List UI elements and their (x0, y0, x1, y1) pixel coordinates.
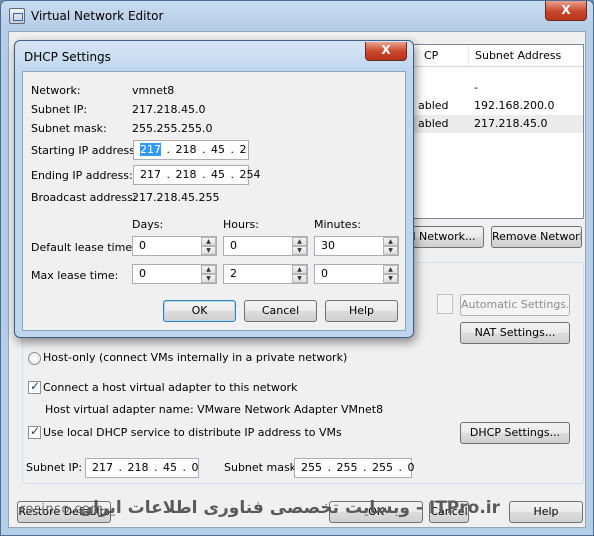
starting-ip-label: Starting IP address: (31, 144, 139, 157)
spin-down-icon[interactable]: ▼ (201, 246, 216, 255)
close-button[interactable]: X (545, 1, 587, 21)
subnet-mask-value: 255.255.255.0 (132, 122, 213, 135)
add-network-button[interactable]: l Network... (404, 226, 484, 248)
host-only-label: Host-only (connect VMs internally in a p… (43, 351, 348, 364)
help-button[interactable]: Help (509, 501, 583, 523)
ending-ip-label: Ending IP address: (31, 169, 133, 182)
nat-settings-button[interactable]: NAT Settings... (460, 322, 570, 344)
max-minutes-value: 0 (321, 267, 328, 280)
spin-down-icon[interactable]: ▼ (292, 274, 307, 283)
default-days-value: 0 (139, 239, 146, 252)
dialog-title: DHCP Settings (24, 50, 111, 64)
network-value: vmnet8 (132, 84, 175, 97)
col-dhcp[interactable]: CP (418, 45, 468, 67)
automatic-settings-button[interactable]: Automatic Settings... (460, 294, 570, 316)
remove-network-button[interactable]: Remove Network (491, 226, 582, 248)
max-hours-stepper[interactable]: 2 ▲ ▼ (223, 264, 308, 284)
cell-subnet: 217.218.45.0 (474, 117, 548, 130)
dialog-body: Network: vmnet8 Subnet IP: 217.218.45.0 … (22, 71, 406, 331)
spin-up-icon[interactable]: ▲ (292, 237, 307, 246)
subnet-mask-label: Subnet mask: (224, 461, 300, 474)
subnet-ip-label: Subnet IP: (31, 103, 88, 116)
default-minutes-value: 30 (321, 239, 335, 252)
cell-subnet: - (474, 81, 478, 94)
spin-up-icon[interactable]: ▲ (383, 265, 398, 274)
default-lease-label: Default lease time: (31, 241, 136, 254)
starting-ip-input[interactable]: 217 . 218 . 45 . 2 (133, 140, 249, 160)
spin-down-icon[interactable]: ▼ (201, 274, 216, 283)
subnet-mask-label: Subnet mask: (31, 122, 107, 135)
hours-label: Hours: (223, 218, 259, 231)
ending-ip-input[interactable]: 217 . 218 . 45 . 254 (133, 165, 260, 185)
default-hours-stepper[interactable]: 0 ▲ ▼ (223, 236, 308, 256)
spin-up-icon[interactable]: ▲ (201, 237, 216, 246)
subnet-ip-input[interactable]: 217 . 218 . 45 . 0 (85, 458, 199, 478)
max-days-value: 0 (139, 267, 146, 280)
subnet-ip-value: 217.218.45.0 (132, 103, 206, 116)
dialog-close-button[interactable]: X (365, 42, 407, 61)
col-subnet-address[interactable]: Subnet Address (468, 45, 585, 67)
title-bar: Virtual Network Editor (9, 1, 593, 31)
window-title: Virtual Network Editor (31, 9, 164, 23)
dhcp-settings-dialog: DHCP Settings X Network: vmnet8 Subnet I… (14, 40, 414, 338)
adapter-name-text: Host virtual adapter name: VMware Networ… (45, 403, 384, 416)
host-only-radio[interactable] (28, 352, 41, 365)
spin-up-icon[interactable]: ▲ (383, 237, 398, 246)
broadcast-value: 217.218.45.255 (132, 191, 220, 204)
days-label: Days: (132, 218, 164, 231)
dhcp-help-button[interactable]: Help (325, 300, 398, 322)
default-days-stepper[interactable]: 0 ▲ ▼ (132, 236, 217, 256)
default-hours-value: 0 (230, 239, 237, 252)
dhcp-cancel-button[interactable]: Cancel (244, 300, 317, 322)
max-days-stepper[interactable]: 0 ▲ ▼ (132, 264, 217, 284)
max-hours-value: 2 (230, 267, 237, 280)
spin-down-icon[interactable]: ▼ (383, 274, 398, 283)
watermark-right: ITPro.ir - وبسایت تخصصی فناوری اطلاعات ا… (78, 498, 500, 518)
starting-ip-rest: . 218 . 45 . 2 (161, 143, 247, 156)
spin-down-icon[interactable]: ▼ (292, 246, 307, 255)
spin-down-icon[interactable]: ▼ (383, 246, 398, 255)
use-dhcp-label: Use local DHCP service to distribute IP … (43, 426, 342, 439)
dhcp-settings-button[interactable]: DHCP Settings... (460, 422, 570, 444)
nat-select-dropdown[interactable] (437, 294, 453, 314)
app-icon (9, 8, 25, 24)
spin-up-icon[interactable]: ▲ (201, 265, 216, 274)
spin-up-icon[interactable]: ▲ (292, 265, 307, 274)
dhcp-ok-button[interactable]: OK (163, 300, 236, 322)
cell-dhcp: abled (418, 99, 449, 112)
default-minutes-stepper[interactable]: 30 ▲ ▼ (314, 236, 399, 256)
cell-dhcp: abled (418, 117, 449, 130)
network-label: Network: (31, 84, 81, 97)
cell-subnet: 192.168.200.0 (474, 99, 555, 112)
minutes-label: Minutes: (314, 218, 362, 231)
broadcast-label: Broadcast address: (31, 191, 137, 204)
starting-ip-selection: 217 (140, 143, 161, 156)
max-lease-label: Max lease time: (31, 269, 119, 282)
connect-adapter-label: Connect a host virtual adapter to this n… (43, 381, 298, 394)
subnet-mask-input[interactable]: 255 . 255 . 255 . 0 (294, 458, 414, 478)
use-dhcp-checkbox[interactable] (28, 424, 41, 439)
connect-adapter-checkbox[interactable] (28, 379, 41, 394)
subnet-ip-label: Subnet IP: (26, 461, 83, 474)
max-minutes-stepper[interactable]: 0 ▲ ▼ (314, 264, 399, 284)
